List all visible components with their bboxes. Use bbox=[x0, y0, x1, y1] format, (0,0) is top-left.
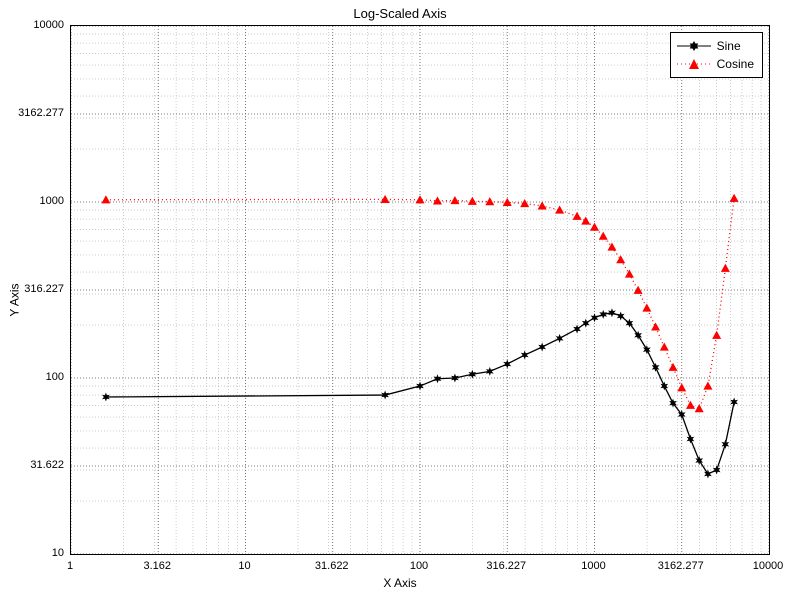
marker-cosine bbox=[695, 404, 704, 412]
marker-cosine bbox=[503, 198, 512, 206]
y-tick-label: 10000 bbox=[0, 19, 64, 31]
marker-sine bbox=[591, 313, 599, 322]
chart-title: Log-Scaled Axis bbox=[0, 6, 800, 21]
marker-cosine bbox=[677, 383, 686, 391]
marker-cosine bbox=[651, 322, 660, 330]
marker-cosine bbox=[686, 401, 695, 409]
marker-cosine bbox=[616, 255, 625, 263]
marker-cosine bbox=[703, 382, 712, 390]
plot-area: Sine Cosine bbox=[70, 25, 770, 555]
y-axis-label: Y Axis bbox=[6, 0, 24, 600]
legend: Sine Cosine bbox=[670, 32, 763, 78]
x-tick-label: 316.227 bbox=[486, 560, 526, 572]
marker-cosine bbox=[721, 264, 730, 272]
x-tick-label: 3162.277 bbox=[658, 560, 704, 572]
marker-cosine bbox=[712, 331, 721, 339]
series-line-cosine bbox=[106, 198, 734, 408]
marker-sine bbox=[713, 466, 721, 475]
marker-sine bbox=[538, 343, 546, 352]
marker-sine bbox=[416, 382, 424, 391]
marker-cosine bbox=[730, 194, 739, 202]
marker-sine bbox=[721, 440, 729, 449]
marker-cosine bbox=[468, 197, 477, 205]
y-tick-label: 10 bbox=[0, 547, 64, 559]
x-tick-label: 100 bbox=[410, 560, 428, 572]
marker-cosine bbox=[634, 286, 643, 294]
marker-cosine bbox=[607, 243, 616, 251]
legend-swatch-sine bbox=[677, 39, 711, 53]
marker-sine bbox=[521, 351, 529, 360]
x-tick-label: 31.622 bbox=[315, 560, 349, 572]
marker-cosine bbox=[416, 195, 425, 203]
y-tick-label: 316.227 bbox=[0, 283, 64, 295]
marker-cosine bbox=[590, 223, 599, 231]
marker-cosine bbox=[581, 216, 590, 224]
marker-cosine bbox=[555, 206, 564, 214]
marker-sine bbox=[687, 435, 695, 444]
marker-sine bbox=[582, 319, 590, 328]
x-tick-label: 3.162 bbox=[143, 560, 171, 572]
x-tick-label: 10 bbox=[238, 560, 250, 572]
x-tick-label: 1 bbox=[67, 560, 73, 572]
marker-cosine bbox=[573, 212, 582, 220]
y-tick-label: 100 bbox=[0, 371, 64, 383]
chart-frame: Log-Scaled Axis Y Axis Sine bbox=[0, 0, 800, 600]
marker-sine bbox=[573, 324, 581, 333]
marker-cosine bbox=[599, 232, 608, 240]
x-tick-label: 1000 bbox=[581, 560, 605, 572]
marker-sine bbox=[730, 398, 738, 407]
legend-label-sine: Sine bbox=[717, 39, 741, 53]
marker-cosine bbox=[642, 303, 651, 311]
x-axis-label: X Axis bbox=[0, 576, 800, 590]
marker-cosine bbox=[520, 199, 529, 207]
marker-sine bbox=[643, 345, 651, 354]
marker-cosine bbox=[669, 363, 678, 371]
x-tick-label: 10000 bbox=[753, 560, 784, 572]
legend-label-cosine: Cosine bbox=[717, 57, 754, 71]
y-tick-label: 31.622 bbox=[0, 459, 64, 471]
marker-sine bbox=[503, 360, 511, 369]
y-tick-label: 1000 bbox=[0, 195, 64, 207]
marker-sine bbox=[660, 382, 668, 391]
marker-cosine bbox=[660, 343, 669, 351]
marker-sine bbox=[617, 312, 625, 321]
marker-sine bbox=[556, 334, 564, 343]
legend-entry-sine: Sine bbox=[677, 37, 754, 55]
legend-entry-cosine: Cosine bbox=[677, 55, 754, 73]
marker-cosine bbox=[538, 201, 547, 209]
marker-sine bbox=[652, 363, 660, 372]
series-layer bbox=[71, 26, 769, 554]
marker-cosine bbox=[101, 195, 110, 203]
legend-swatch-cosine bbox=[677, 57, 711, 71]
y-tick-label: 3162.277 bbox=[0, 107, 64, 119]
marker-cosine bbox=[625, 269, 634, 277]
